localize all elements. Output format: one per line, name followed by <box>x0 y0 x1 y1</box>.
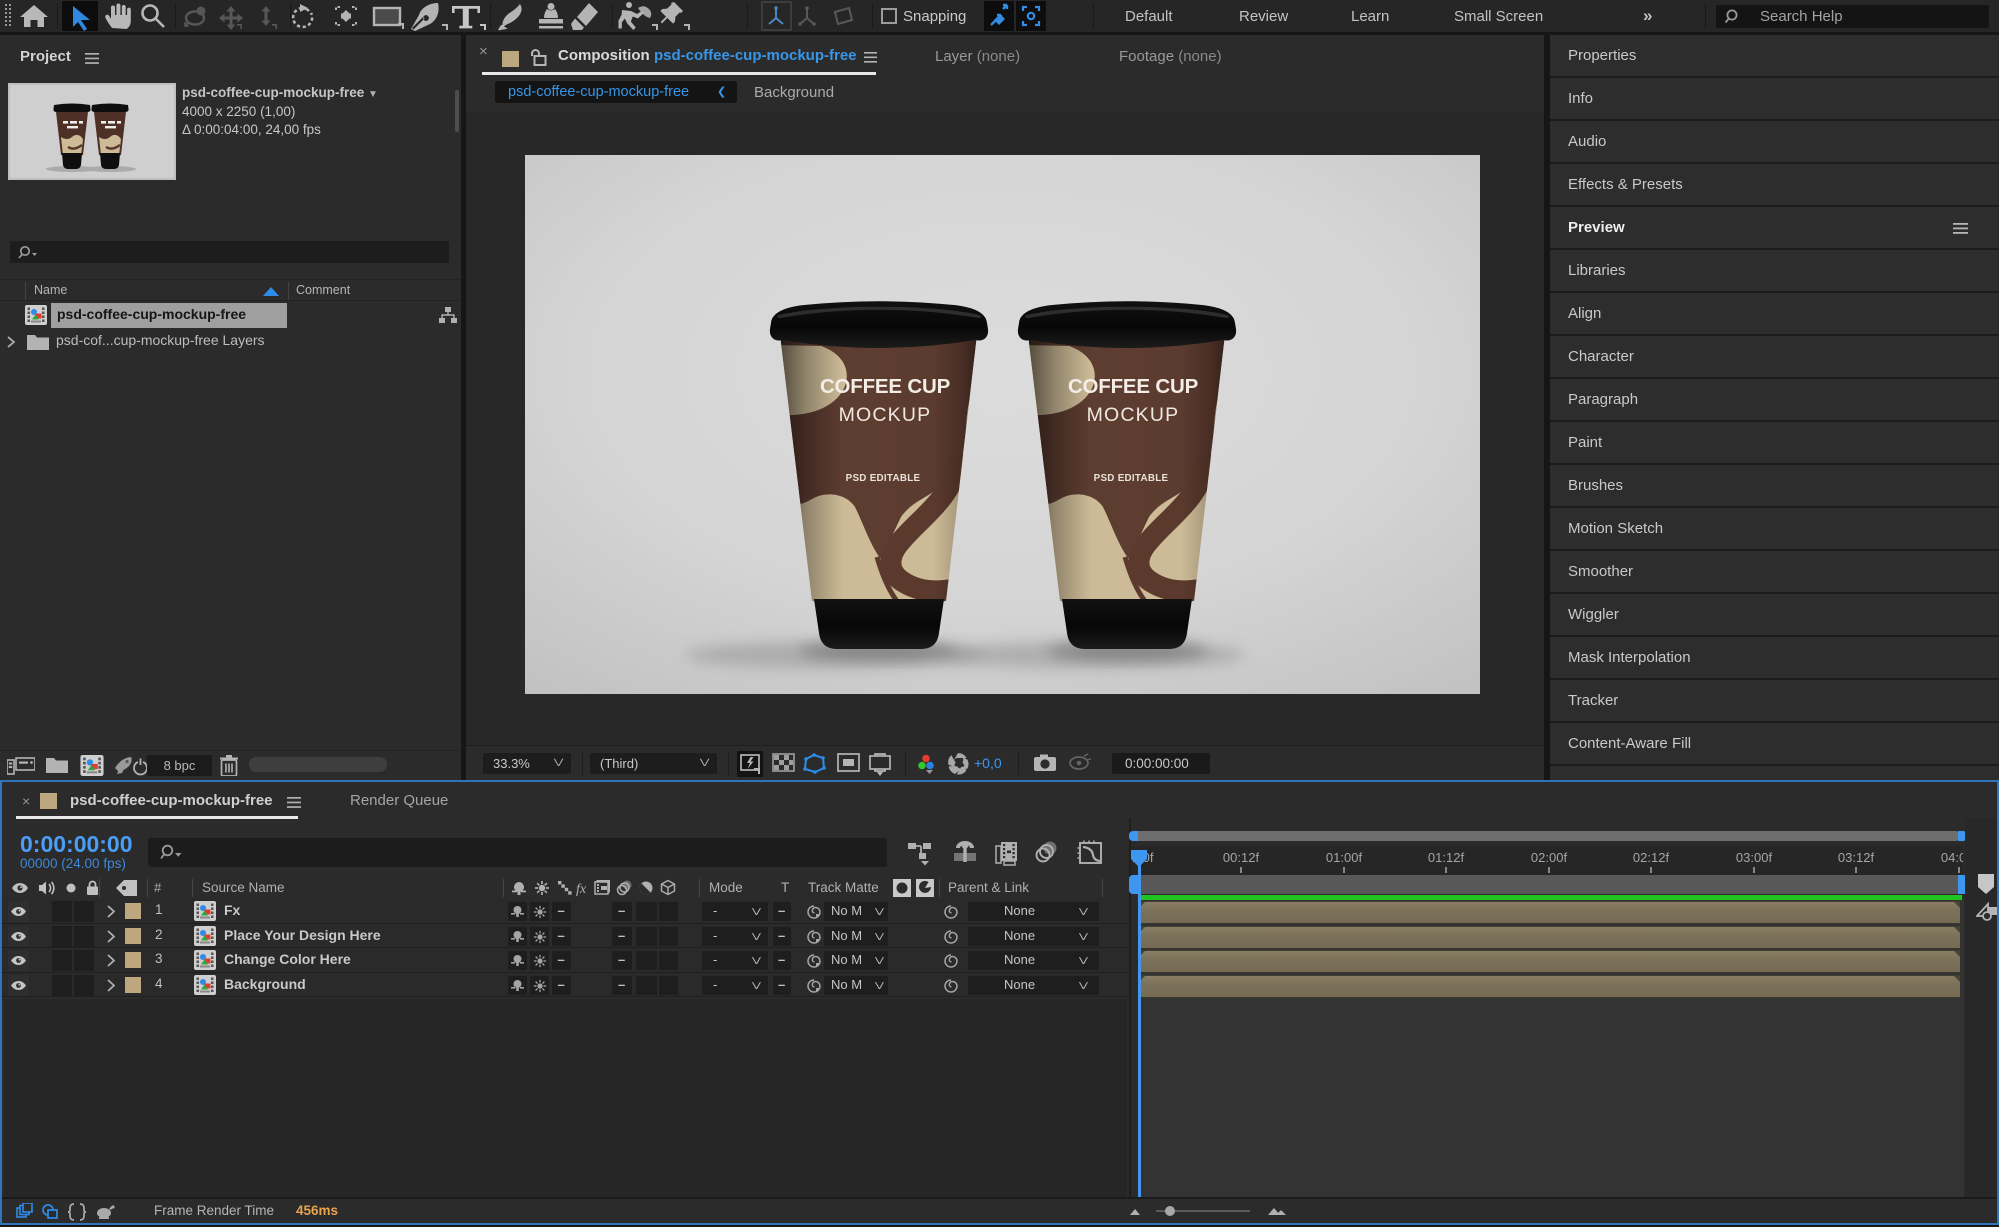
svg-text:Snapping: Snapping <box>903 8 966 25</box>
svg-text:fx: fx <box>576 882 587 897</box>
